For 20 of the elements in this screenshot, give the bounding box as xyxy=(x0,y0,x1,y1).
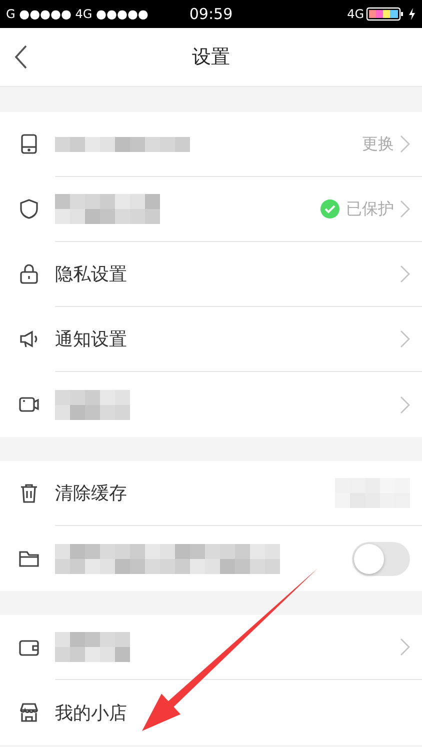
page-title: 设置 xyxy=(192,45,230,70)
shield-icon xyxy=(18,198,40,220)
speaker-icon xyxy=(18,328,40,350)
row-value: 更换 xyxy=(362,134,394,154)
lock-icon xyxy=(18,263,40,285)
row-value: 已保护 xyxy=(346,198,394,220)
trash-icon xyxy=(18,482,40,504)
battery-icon xyxy=(366,7,406,21)
signal-text: G ●●●●● 4G ●●●●● xyxy=(6,7,148,21)
toggle-switch[interactable] xyxy=(352,542,410,576)
phone-icon xyxy=(18,133,40,155)
row-label: 我的小店 xyxy=(55,702,127,724)
row-label: 清除缓存 xyxy=(55,482,127,505)
row-label: 隐私设置 xyxy=(55,263,127,286)
clock-text: 09:59 xyxy=(189,5,233,23)
charging-icon xyxy=(408,8,416,20)
back-icon[interactable] xyxy=(14,44,28,70)
network-text: 4G xyxy=(347,7,364,21)
store-icon xyxy=(18,701,40,723)
row-label: 通知设置 xyxy=(55,328,127,351)
